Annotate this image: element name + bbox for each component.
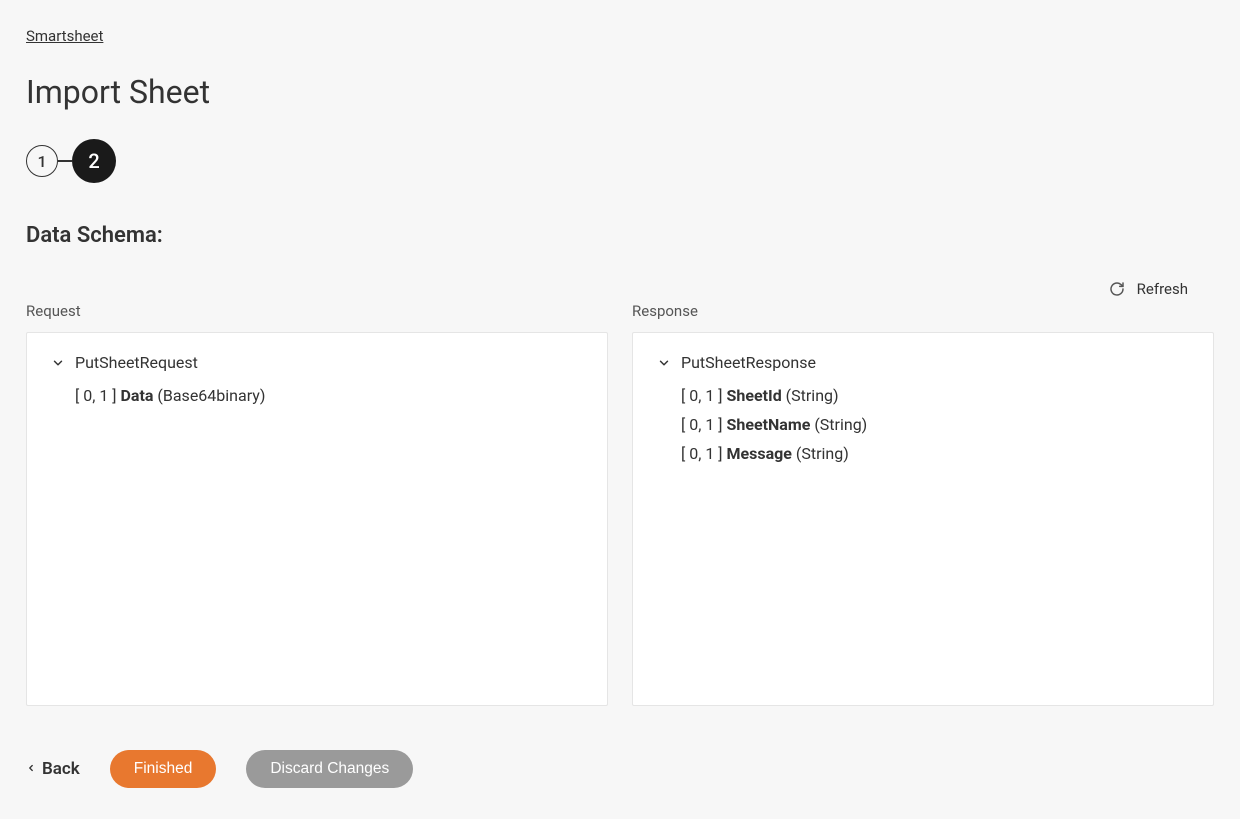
chevron-down-icon (51, 356, 65, 370)
chevron-down-icon (657, 356, 671, 370)
refresh-icon (1109, 281, 1125, 297)
field-name: SheetId (727, 386, 782, 405)
finished-button[interactable]: Finished (110, 750, 217, 788)
field-name: Message (727, 444, 792, 463)
field-type: (String) (810, 415, 867, 434)
response-column: Response PutSheetResponse [ 0, 1 ] Sheet… (632, 302, 1214, 706)
response-field[interactable]: [ 0, 1 ] SheetName (String) (657, 411, 1189, 440)
step-connector (58, 160, 72, 162)
request-field[interactable]: [ 0, 1 ] Data (Base64binary) (51, 382, 583, 411)
stepper: 1 2 (26, 139, 1214, 183)
back-label: Back (42, 759, 80, 779)
response-label: Response (632, 302, 1214, 320)
chevron-left-icon (26, 759, 36, 779)
section-title: Data Schema: (26, 223, 1214, 248)
field-cardinality: [ 0, 1 ] (681, 386, 727, 405)
field-cardinality: [ 0, 1 ] (681, 444, 727, 463)
response-root-label: PutSheetResponse (681, 353, 816, 372)
step-2[interactable]: 2 (72, 139, 116, 183)
refresh-button[interactable]: Refresh (1109, 280, 1188, 298)
request-column: Request PutSheetRequest [ 0, 1 ] Data (B… (26, 302, 608, 706)
field-type: (String) (792, 444, 849, 463)
response-root-node[interactable]: PutSheetResponse (657, 353, 1189, 372)
response-field[interactable]: [ 0, 1 ] SheetId (String) (657, 382, 1189, 411)
response-field[interactable]: [ 0, 1 ] Message (String) (657, 440, 1189, 469)
field-type: (Base64binary) (153, 386, 265, 405)
back-button[interactable]: Back (26, 759, 80, 779)
refresh-label: Refresh (1137, 280, 1188, 298)
discard-changes-button[interactable]: Discard Changes (246, 750, 413, 788)
field-cardinality: [ 0, 1 ] (681, 415, 727, 434)
field-name: Data (121, 386, 154, 405)
field-cardinality: [ 0, 1 ] (75, 386, 121, 405)
step-1[interactable]: 1 (26, 145, 58, 177)
response-panel: PutSheetResponse [ 0, 1 ] SheetId (Strin… (632, 332, 1214, 706)
page-title: Import Sheet (26, 73, 1214, 111)
request-panel: PutSheetRequest [ 0, 1 ] Data (Base64bin… (26, 332, 608, 706)
request-root-label: PutSheetRequest (75, 353, 198, 372)
field-type: (String) (782, 386, 839, 405)
breadcrumb-link[interactable]: Smartsheet (26, 27, 103, 45)
request-label: Request (26, 302, 608, 320)
field-name: SheetName (727, 415, 811, 434)
request-root-node[interactable]: PutSheetRequest (51, 353, 583, 372)
footer-actions: Back Finished Discard Changes (26, 750, 1214, 788)
